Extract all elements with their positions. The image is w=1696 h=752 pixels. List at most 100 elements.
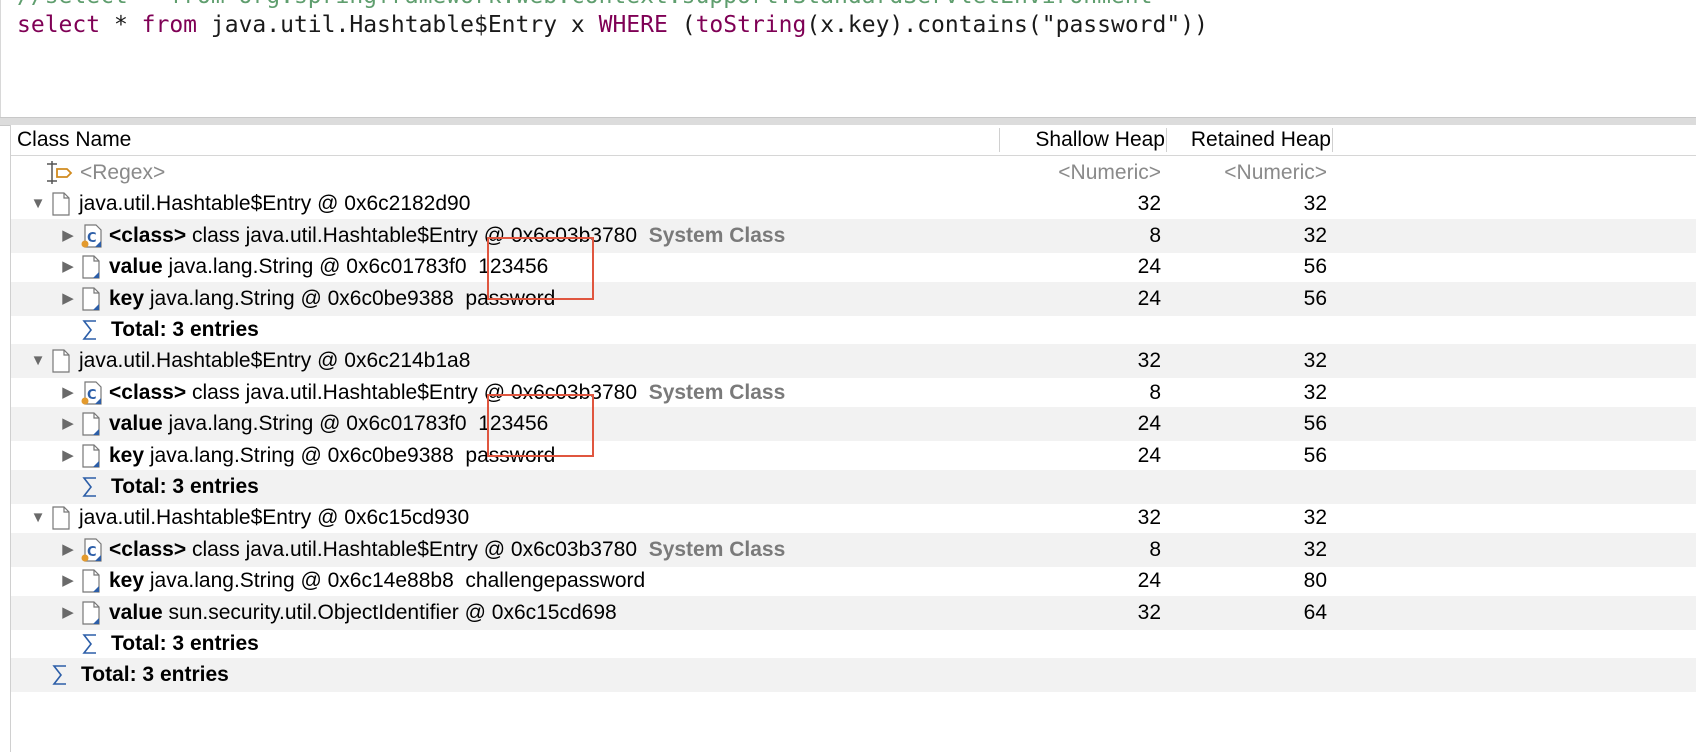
sum-icon: [51, 663, 71, 687]
sum-icon: [81, 318, 101, 342]
expand-toggle-icon[interactable]: ▶: [59, 376, 77, 410]
sum-icon: [81, 475, 101, 499]
row-label: java.util.Hashtable$Entry @ 0x6c15cd930: [79, 501, 469, 535]
object-ref: java.lang.String @ 0x6c14e88b8: [149, 569, 454, 593]
query-comment-line: //select * from org.springframework.web.…: [17, 0, 1152, 9]
retained-heap-cell: 32: [1303, 380, 1327, 404]
table-row[interactable]: ▶ C <class> class java.util.Hashtable$Entr…: [11, 218, 1696, 253]
field-name: value: [109, 600, 163, 624]
row-label: <class> class java.util.Hashtable$Entry …: [109, 219, 785, 253]
expand-toggle-icon[interactable]: ▶: [59, 564, 77, 598]
column-divider[interactable]: [1332, 128, 1333, 152]
table-row[interactable]: ▶ key java.lang.String @ 0x6c14e88b8 chal…: [11, 564, 1696, 598]
total-row[interactable]: Total: 3 entries: [11, 313, 1696, 347]
row-label: value sun.security.util.ObjectIdentifier…: [109, 596, 617, 630]
sum-icon: [81, 632, 101, 656]
row-label: java.util.Hashtable$Entry @ 0x6c214b1a8: [79, 344, 470, 378]
filter-row[interactable]: <Regex> <Numeric> <Numeric>: [11, 156, 1696, 190]
expand-toggle-icon[interactable]: ▶: [59, 282, 77, 316]
empty-row: [11, 690, 1696, 724]
kw-where: WHERE: [598, 12, 668, 38]
row-label: value java.lang.String @ 0x6c01783f0 123…: [109, 407, 548, 441]
row-label: key java.lang.String @ 0x6c14e88b8 chall…: [109, 564, 645, 598]
table-row[interactable]: ▶ value java.lang.String @ 0x6c01783f0 12…: [11, 250, 1696, 284]
field-name: value: [109, 412, 163, 436]
object-file-icon: [81, 286, 101, 311]
query-part: *: [100, 12, 142, 38]
query-editor[interactable]: //select * from org.springframework.web.…: [0, 0, 1696, 117]
field-name: <class>: [109, 537, 187, 561]
retained-heap-cell: 32: [1303, 192, 1327, 216]
object-file-icon: [51, 506, 71, 530]
kw-select: select: [17, 12, 101, 38]
object-file-icon: [81, 412, 101, 436]
object-ref: java.lang.String @ 0x6c01783f0: [168, 412, 467, 436]
object-ref: java.util.Hashtable$Entry @ 0x6c214b1a8: [79, 349, 471, 373]
table-row[interactable]: ▼ java.util.Hashtable$Entry @ 0x6c15cd930…: [11, 501, 1696, 535]
total-row[interactable]: Total: 3 entries: [11, 627, 1696, 661]
total-label: Total: 3 entries: [81, 663, 229, 687]
retained-filter-input[interactable]: <Numeric>: [1077, 156, 1327, 190]
table-row[interactable]: ▶ key java.lang.String @ 0x6c0be9388 pass…: [11, 281, 1696, 316]
table-row[interactable]: ▶ C <class> class java.util.Hashtable$Entr…: [11, 376, 1696, 410]
total-label: Total: 3 entries: [111, 475, 259, 498]
expand-toggle-icon[interactable]: ▶: [59, 219, 77, 253]
object-ref: java.lang.String @ 0x6c01783f0: [168, 255, 467, 279]
retained-heap-cell: 56: [1303, 412, 1327, 436]
class-file-icon: C: [81, 538, 102, 562]
expand-toggle-icon[interactable]: ▶: [59, 250, 77, 284]
total-row[interactable]: Total: 3 entries: [11, 470, 1696, 504]
total-label: Total: 3 entries: [111, 318, 259, 341]
collapse-toggle-icon[interactable]: ▼: [29, 501, 47, 535]
total-row[interactable]: Total: 3 entries: [11, 658, 1696, 693]
system-class-tag: System Class: [648, 537, 786, 561]
object-ref: class java.util.Hashtable$Entry @ 0x6c03…: [191, 537, 638, 561]
expand-toggle-icon[interactable]: ▶: [59, 439, 77, 473]
row-label: value java.lang.String @ 0x6c01783f0 123…: [109, 250, 548, 284]
highlight-box: [487, 394, 594, 457]
retained-heap-cell: 56: [1303, 255, 1327, 279]
results-table: Class Name Shallow Heap Retained Heap <R…: [10, 125, 1696, 752]
retained-heap-cell: 56: [1303, 286, 1327, 310]
expand-toggle-icon[interactable]: ▶: [59, 407, 77, 441]
table-header: Class Name Shallow Heap Retained Heap: [11, 125, 1696, 156]
retained-heap-cell: 32: [1303, 537, 1327, 561]
table-row[interactable]: ▶ key java.lang.String @ 0x6c0be9388 pass…: [11, 439, 1696, 473]
field-name: key: [109, 569, 145, 593]
object-file-icon: [51, 349, 71, 373]
regex-filter-input[interactable]: <Regex>: [80, 156, 165, 190]
retained-heap-cell: 56: [1303, 443, 1327, 467]
class-file-icon: C: [81, 224, 102, 248]
table-row[interactable]: ▶ C <class> class java.util.Hashtable$Entr…: [11, 532, 1696, 567]
object-file-icon: [51, 192, 71, 216]
query-line: select * from java.util.Hashtable$Entry …: [17, 12, 1208, 38]
collapse-toggle-icon[interactable]: ▼: [29, 344, 47, 378]
column-class-name[interactable]: Class Name: [17, 125, 131, 155]
kw-from: from: [141, 12, 198, 38]
column-retained-heap[interactable]: Retained Heap: [1077, 125, 1331, 155]
field-name: key: [109, 443, 145, 467]
object-file-icon: [81, 443, 101, 468]
table-row[interactable]: ▼ java.util.Hashtable$Entry @ 0x6c214b1a8…: [11, 344, 1696, 379]
table-row[interactable]: ▼ java.util.Hashtable$Entry @ 0x6c2182d90…: [11, 187, 1696, 221]
row-label: <class> class java.util.Hashtable$Entry …: [109, 533, 785, 567]
regex-filter-icon: [45, 160, 73, 184]
object-ref: java.lang.String @ 0x6c0be9388: [149, 286, 454, 310]
object-file-icon: [81, 600, 101, 625]
total-label: Total: 3 entries: [111, 632, 259, 655]
query-part: java.util.Hashtable$Entry x: [197, 12, 599, 38]
collapse-toggle-icon[interactable]: ▼: [29, 187, 47, 221]
table-row[interactable]: ▶ value java.lang.String @ 0x6c01783f0 12…: [11, 407, 1696, 442]
expand-toggle-icon[interactable]: ▶: [59, 596, 77, 630]
object-ref: java.util.Hashtable$Entry @ 0x6c15cd930: [79, 506, 470, 530]
retained-heap-cell: 32: [1303, 223, 1327, 247]
system-class-tag: System Class: [648, 223, 786, 247]
fn-tostring: toString: [695, 12, 807, 38]
highlight-box: [487, 237, 594, 300]
expand-toggle-icon[interactable]: ▶: [59, 533, 77, 567]
retained-heap-cell: 32: [1303, 349, 1327, 373]
table-row[interactable]: ▶ value sun.security.util.ObjectIdentifie…: [11, 595, 1696, 630]
field-name: value: [109, 255, 163, 279]
object-file-icon: [81, 255, 101, 279]
object-file-icon: [81, 569, 101, 593]
